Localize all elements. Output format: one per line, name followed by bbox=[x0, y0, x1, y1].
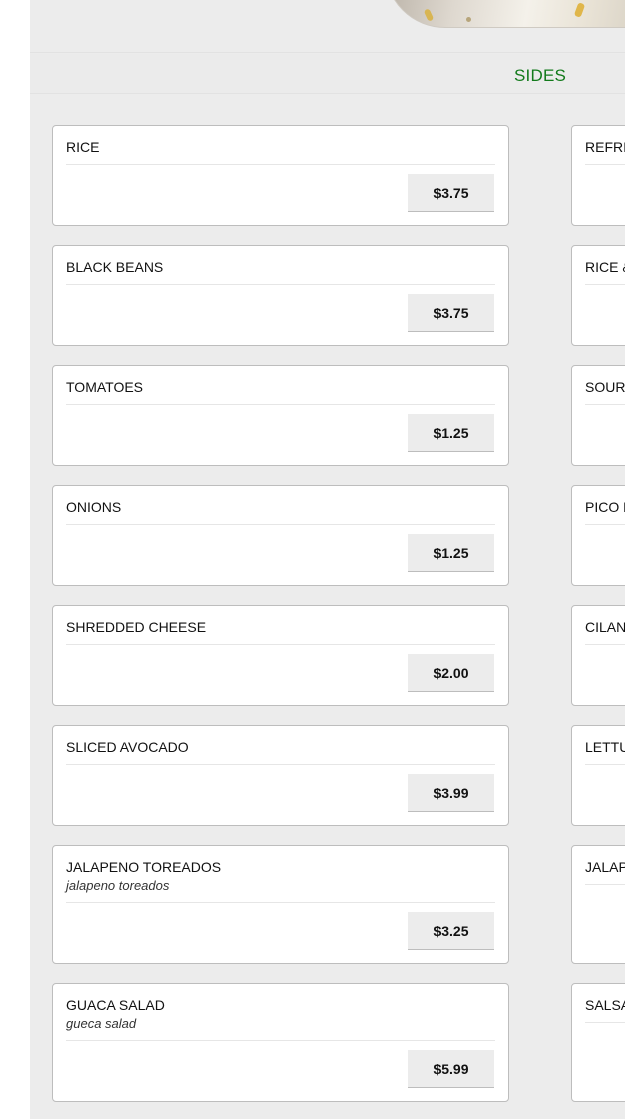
hero-banner bbox=[30, 0, 625, 53]
item-name: RICE bbox=[66, 139, 100, 155]
menu-item-card[interactable]: SHREDDED CHEESE $2.00 bbox=[52, 605, 509, 706]
price-button[interactable]: $2.00 bbox=[408, 654, 494, 692]
divider bbox=[66, 524, 495, 525]
section-title: SIDES bbox=[514, 66, 567, 85]
menu-item-card[interactable]: LETTU bbox=[571, 725, 625, 826]
item-name: PICO D bbox=[585, 499, 625, 515]
item-name: ONIONS bbox=[66, 499, 122, 515]
left-gutter bbox=[0, 0, 30, 1119]
price-button[interactable]: $3.99 bbox=[408, 774, 494, 812]
menu-item-card[interactable]: BLACK BEANS $3.75 bbox=[52, 245, 509, 346]
price-button[interactable]: $5.99 bbox=[408, 1050, 494, 1088]
menu-item-card[interactable]: TOMATOES $1.25 bbox=[52, 365, 509, 466]
item-name: JALAP bbox=[585, 859, 625, 875]
menu-item-card[interactable]: RICE $3.75 bbox=[52, 125, 509, 226]
item-name: SOUR bbox=[585, 379, 625, 395]
menu-item-card[interactable]: REFRI bbox=[571, 125, 625, 226]
item-name: SALSA bbox=[585, 997, 625, 1013]
divider bbox=[66, 164, 495, 165]
menu-item-card[interactable]: JALAP bbox=[571, 845, 625, 964]
price-button[interactable]: $1.25 bbox=[408, 414, 494, 452]
price-button[interactable]: $3.75 bbox=[408, 174, 494, 212]
item-name: JALAPENO TOREADOS bbox=[66, 859, 222, 875]
divider bbox=[66, 404, 495, 405]
divider bbox=[66, 284, 495, 285]
item-name: RICE & bbox=[585, 259, 625, 275]
divider bbox=[585, 284, 625, 285]
divider bbox=[585, 164, 625, 165]
item-name: SLICED AVOCADO bbox=[66, 739, 189, 755]
menu-item-card[interactable]: ONIONS $1.25 bbox=[52, 485, 509, 586]
divider bbox=[585, 884, 625, 885]
item-name: BLACK BEANS bbox=[66, 259, 164, 275]
menu-item-card[interactable]: SLICED AVOCADO $3.99 bbox=[52, 725, 509, 826]
menu-item-card[interactable]: PICO D bbox=[571, 485, 625, 586]
item-description: jalapeno toreados bbox=[66, 878, 170, 893]
divider bbox=[585, 404, 625, 405]
divider bbox=[585, 764, 625, 765]
price-button[interactable]: $3.25 bbox=[408, 912, 494, 950]
divider bbox=[66, 902, 495, 903]
item-name: TOMATOES bbox=[66, 379, 144, 395]
menu-item-card[interactable]: JALAPENO TOREADOS jalapeno toreados $3.2… bbox=[52, 845, 509, 964]
menu-page: SIDES RICE $3.75 BLACK BEANS $3.75 TOMAT… bbox=[30, 0, 625, 1119]
item-name: CILAN bbox=[585, 619, 625, 635]
food-photo bbox=[385, 0, 625, 28]
item-name: LETTU bbox=[585, 739, 625, 755]
divider bbox=[66, 1040, 495, 1041]
price-button[interactable]: $3.75 bbox=[408, 294, 494, 332]
divider bbox=[66, 764, 495, 765]
menu-item-card[interactable]: RICE & bbox=[571, 245, 625, 346]
divider bbox=[585, 644, 625, 645]
item-name: SHREDDED CHEESE bbox=[66, 619, 207, 635]
item-name: GUACA SALAD bbox=[66, 997, 165, 1013]
item-name: REFRI bbox=[585, 139, 625, 155]
divider bbox=[585, 1022, 625, 1023]
price-button[interactable]: $1.25 bbox=[408, 534, 494, 572]
menu-item-card[interactable]: SALSA bbox=[571, 983, 625, 1102]
divider bbox=[66, 644, 495, 645]
section-header: SIDES bbox=[30, 54, 625, 94]
divider bbox=[585, 524, 625, 525]
menu-item-card[interactable]: CILAN bbox=[571, 605, 625, 706]
menu-item-card[interactable]: SOUR bbox=[571, 365, 625, 466]
menu-item-card[interactable]: GUACA SALAD gueca salad $5.99 bbox=[52, 983, 509, 1102]
item-description: gueca salad bbox=[66, 1016, 137, 1031]
